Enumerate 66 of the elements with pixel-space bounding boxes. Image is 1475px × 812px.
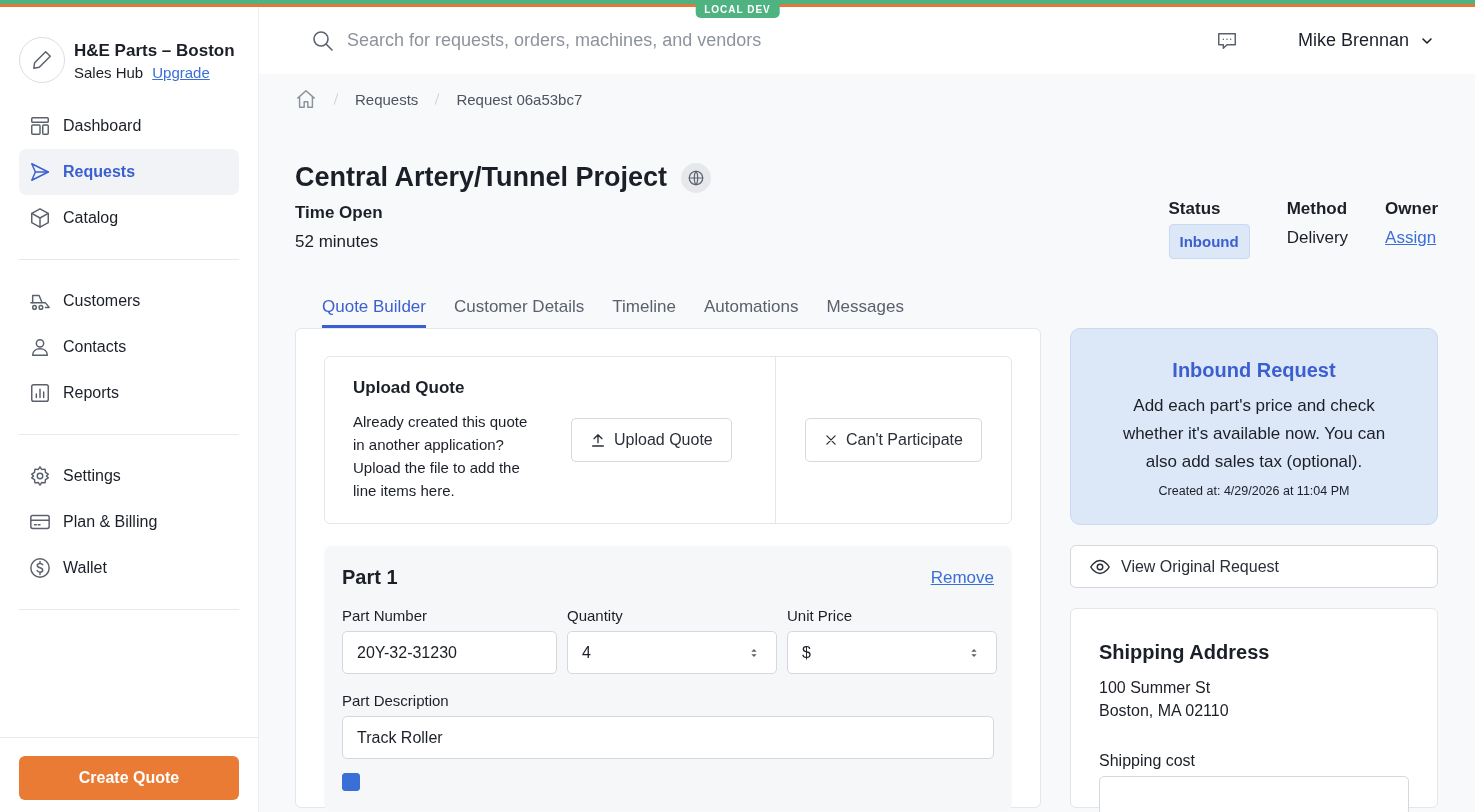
upgrade-link[interactable]: Upgrade [152,64,210,81]
pencil-icon [31,49,53,71]
remove-link[interactable]: Remove [930,567,994,588]
field-label: Status [1168,199,1222,219]
field-label: Time Open [295,203,383,223]
address-line: 100 Summer St [1099,678,1212,698]
field-label: Owner [1385,199,1438,219]
upload-quote-button[interactable]: Upload Quote [571,418,732,462]
sidebar-item[interactable]: Catalog [19,195,239,241]
tab[interactable]: Timeline [612,297,676,328]
field-label: Unit Price [787,607,854,624]
address-line: Boston, MA 02110 [1099,701,1230,721]
info-title: Inbound Request [1171,359,1337,382]
sidebar-item[interactable]: Wallet [19,545,239,591]
user-menu[interactable]: Mike Brennan [1297,30,1435,51]
sidebar-item[interactable]: Customers [19,278,239,324]
upload-icon [590,432,606,448]
card-title: Shipping Address [1099,641,1271,664]
sidebar-item[interactable]: Dashboard [19,103,239,149]
part-title: Part 1 [342,566,398,589]
globe-icon [687,168,706,187]
assign-link[interactable]: Assign [1385,228,1438,248]
card-title: Upload Quote [353,378,466,398]
search-icon [311,28,335,53]
input-field[interactable]: Track Roller [342,716,994,759]
dashboard-icon [29,115,51,137]
person-icon [29,336,51,358]
search-field[interactable]: Search for requests, orders, machines, and vendors [345,29,945,52]
status-badge: Inbound [1168,224,1250,259]
globe-badge[interactable] [681,162,712,193]
input-field[interactable]: $ [787,631,997,674]
home-icon[interactable] [295,88,317,110]
settings-icon [29,465,51,487]
sidebar-item[interactable]: Contacts [19,324,239,370]
field-value: Delivery [1286,228,1349,248]
input-field[interactable]: 20Y-32-31230 [342,631,557,674]
sidebar-item[interactable]: Plan & Billing [19,499,239,545]
cant-participate-button[interactable]: Can't Participate [805,418,982,462]
tab[interactable]: Automations [703,297,799,328]
tab[interactable]: Customer Details [453,297,585,328]
page-title: Central Artery/Tunnel Project [295,162,668,193]
dollar-coin-icon [29,557,51,579]
field-label: Method [1286,199,1349,219]
sidebar-item[interactable]: Settings [19,453,239,499]
org-name: H&E Parts – Boston [74,41,235,61]
field-label: Part Number [342,607,429,624]
cube-icon [29,207,51,229]
input-field[interactable]: 4 [567,631,777,674]
sidebar-item[interactable]: Reports [19,370,239,416]
created-timestamp: Created at: 4/29/2026 at 11:04 PM [1157,484,1351,498]
card-description: Already created this quote in another application? Upload the file to add the line items here. [353,412,529,501]
sidebar-item[interactable]: Requests [19,149,239,195]
send-icon [29,161,51,183]
input-field[interactable] [1099,776,1409,812]
view-original-request-button[interactable]: View Original Request [1070,545,1438,588]
tab[interactable]: Messages [826,297,904,328]
field-label: Quantity [567,607,624,624]
info-text: Add each part's price and check whether it's available now. You can also add sales tax (optional). [1121,395,1387,473]
checkbox[interactable] [342,773,360,791]
bar-chart-icon [29,382,51,404]
plan-name: Sales Hub [74,64,144,81]
field-label: Part Description [342,692,450,709]
field-label: Shipping cost [1099,752,1197,770]
close-icon [824,433,839,447]
field-value: 52 minutes [295,232,380,252]
breadcrumb-link[interactable]: Requests [355,90,419,108]
